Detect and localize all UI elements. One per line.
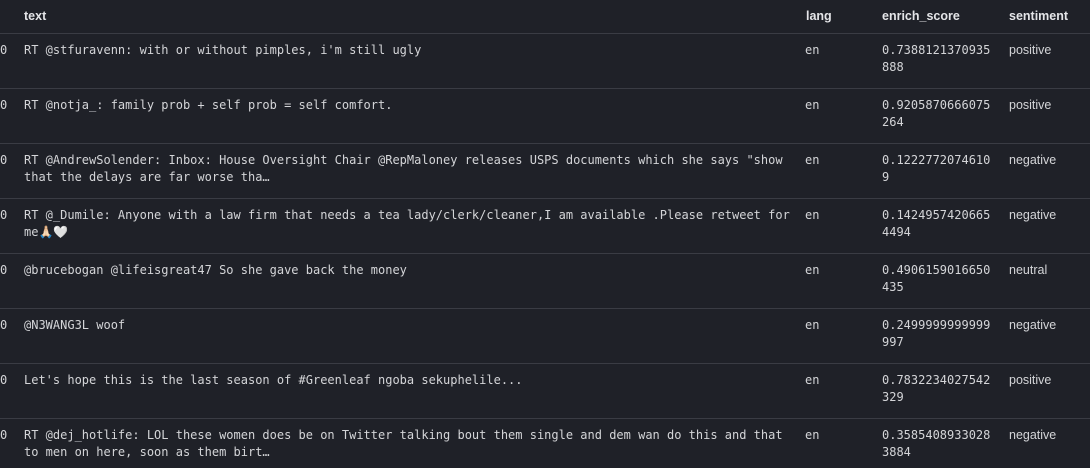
table-row[interactable]: 0 RT @notja_: family prob + self prob = … <box>0 89 1090 144</box>
sentiment-cell: positive <box>1009 373 1052 387</box>
enrich-score-cell: 0.35854089330283884 <box>882 428 991 459</box>
table-row[interactable]: 0 RT @stfuravenn: with or without pimple… <box>0 34 1090 89</box>
enrich-score-cell: 0.2499999999999997 <box>882 318 991 349</box>
enrich-score-cell: 0.9205870666075264 <box>882 98 991 129</box>
column-header-enrich-score[interactable]: enrich_score <box>882 9 960 23</box>
table-row[interactable]: 0 RT @AndrewSolender: Inbox: House Overs… <box>0 144 1090 199</box>
sentiment-cell: negative <box>1009 208 1057 222</box>
row-index: 0 <box>0 153 8 167</box>
text-cell: @N3WANG3L woof <box>24 318 126 332</box>
enrich-score-cell: 0.12227720746109 <box>882 153 991 184</box>
row-index: 0 <box>0 43 8 57</box>
text-cell: RT @_Dumile: Anyone with a law firm that… <box>24 208 790 239</box>
table-row[interactable]: 0 Let's hope this is the last season of … <box>0 364 1090 419</box>
text-cell: RT @dej_hotlife: LOL these women does be… <box>24 428 790 459</box>
table-row[interactable]: 0 RT @dej_hotlife: LOL these women does … <box>0 419 1090 468</box>
sentiment-cell: negative <box>1009 153 1057 167</box>
lang-cell: en <box>805 263 820 277</box>
lang-cell: en <box>805 373 820 387</box>
text-cell: RT @notja_: family prob + self prob = se… <box>24 98 393 112</box>
data-table: text lang enrich_score sentiment 0 RT @s… <box>0 0 1090 468</box>
row-index: 0 <box>0 263 8 277</box>
column-header-text[interactable]: text <box>24 9 46 23</box>
lang-cell: en <box>805 43 820 57</box>
lang-cell: en <box>805 208 820 222</box>
table-header: text lang enrich_score sentiment <box>0 0 1090 34</box>
sentiment-cell: neutral <box>1009 263 1048 277</box>
text-cell: RT @AndrewSolender: Inbox: House Oversig… <box>24 153 790 184</box>
enrich-score-cell: 0.7832234027542329 <box>882 373 991 404</box>
sentiment-cell: negative <box>1009 318 1057 332</box>
enrich-score-cell: 0.14249574206654494 <box>882 208 991 239</box>
table-row[interactable]: 0 @N3WANG3L woof en 0.2499999999999997 n… <box>0 309 1090 364</box>
enrich-score-cell: 0.4906159016650435 <box>882 263 991 294</box>
table-row[interactable]: 0 @brucebogan @lifeisgreat47 So she gave… <box>0 254 1090 309</box>
lang-cell: en <box>805 153 820 167</box>
sentiment-cell: negative <box>1009 428 1057 442</box>
row-index: 0 <box>0 428 8 442</box>
row-index: 0 <box>0 373 8 387</box>
column-header-sentiment[interactable]: sentiment <box>1009 9 1068 23</box>
lang-cell: en <box>805 98 820 112</box>
text-cell: @brucebogan @lifeisgreat47 So she gave b… <box>24 263 407 277</box>
enrich-score-cell: 0.7388121370935888 <box>882 43 991 74</box>
row-index: 0 <box>0 208 8 222</box>
sentiment-cell: positive <box>1009 98 1052 112</box>
row-index: 0 <box>0 318 8 332</box>
text-cell: RT @stfuravenn: with or without pimples,… <box>24 43 422 57</box>
column-header-lang[interactable]: lang <box>806 9 832 23</box>
table-row[interactable]: 0 RT @_Dumile: Anyone with a law firm th… <box>0 199 1090 254</box>
lang-cell: en <box>805 428 820 442</box>
lang-cell: en <box>805 318 820 332</box>
row-index: 0 <box>0 98 8 112</box>
sentiment-cell: positive <box>1009 43 1052 57</box>
text-cell: Let's hope this is the last season of #G… <box>24 373 523 387</box>
